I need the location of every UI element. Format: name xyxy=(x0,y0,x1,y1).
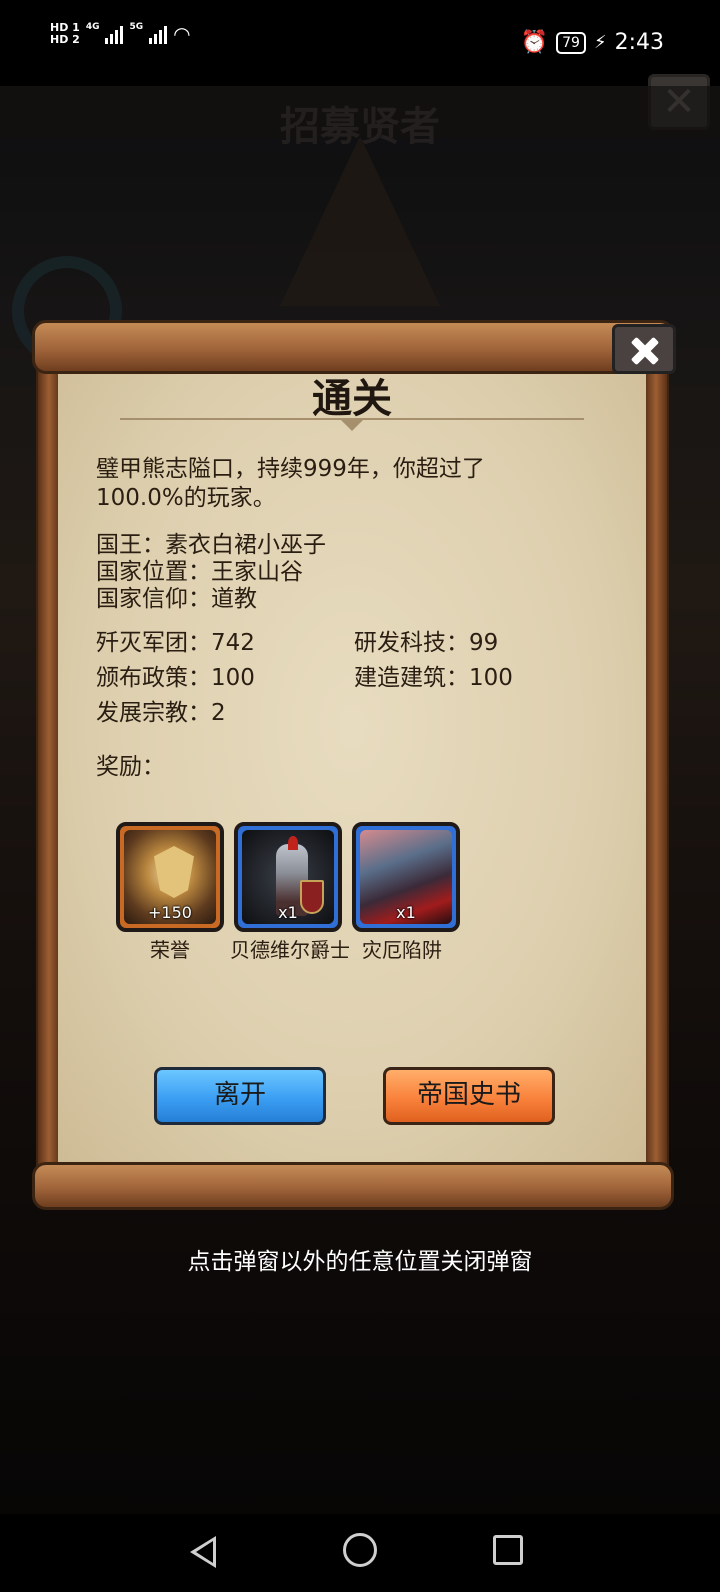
signal-indicators: HD 1 HD 2 4G 5G ◠ xyxy=(50,22,191,47)
scroll-right-edge xyxy=(643,360,669,1172)
empire-history-button[interactable]: 帝国史书 xyxy=(383,1067,555,1125)
result-summary: 璧甲熊志隘口，持续999年，你超过了100.0%的玩家。 xyxy=(96,456,485,511)
location-info: 国家位置：王家山谷 xyxy=(96,559,303,585)
scroll-bottom-roll xyxy=(32,1162,674,1210)
reward-knight[interactable]: x1 xyxy=(234,822,342,932)
stat-policies: 颁布政策：100 xyxy=(96,665,255,691)
faith-info: 国家信仰：道教 xyxy=(96,586,257,612)
stat-legions: 歼灭军团：742 xyxy=(96,630,255,656)
reward-label-knight: 贝德维尔爵士 xyxy=(230,938,350,962)
wifi-icon: ◠ xyxy=(173,22,191,46)
reward-honor[interactable]: +150 xyxy=(116,822,224,932)
reward-trap[interactable]: x1 xyxy=(352,822,460,932)
back-icon[interactable] xyxy=(190,1536,216,1568)
status-right: ⏰ 79 ⚡ 2:43 xyxy=(521,30,664,55)
dialog-title: 通关 xyxy=(312,376,392,422)
reward-count: x1 xyxy=(278,903,298,922)
rewards-label: 奖励： xyxy=(96,754,165,780)
battery-level: 79 xyxy=(556,31,586,54)
stat-buildings: 建造建筑：100 xyxy=(354,665,513,691)
system-nav-bar xyxy=(0,1514,720,1592)
alarm-icon: ⏰ xyxy=(520,30,549,55)
reward-label-honor: 荣誉 xyxy=(150,938,190,962)
signal-strength-icon xyxy=(105,24,124,44)
network-4g-label: 4G xyxy=(85,22,100,32)
network-5g-label: 5G xyxy=(129,22,144,32)
status-bar: HD 1 HD 2 4G 5G ◠ ⏰ 79 ⚡ 2:43 xyxy=(0,0,720,86)
stat-tech: 研发科技：99 xyxy=(354,630,499,656)
leave-button[interactable]: 离开 xyxy=(154,1067,326,1125)
dismiss-hint: 点击弹窗以外的任意位置关闭弹窗 xyxy=(187,1249,533,1275)
reward-count: +150 xyxy=(148,903,192,922)
home-icon[interactable] xyxy=(343,1533,377,1567)
hd2-label: HD 2 xyxy=(50,33,80,46)
king-info: 国王：素衣白裙小巫子 xyxy=(96,532,326,558)
signal-strength-icon xyxy=(149,24,168,44)
charging-icon: ⚡ xyxy=(593,32,607,53)
recent-apps-icon[interactable] xyxy=(493,1535,523,1565)
reward-label-trap: 灾厄陷阱 xyxy=(362,938,442,962)
stat-religions: 发展宗教：2 xyxy=(96,700,226,726)
reward-count: x1 xyxy=(396,903,416,922)
clock: 2:43 xyxy=(614,30,664,55)
